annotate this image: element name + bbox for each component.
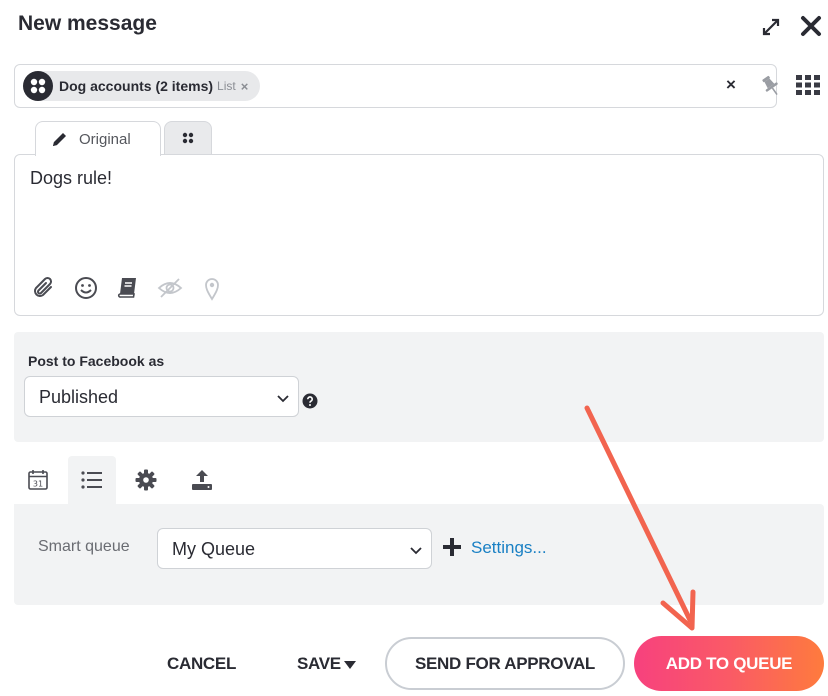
help-icon[interactable] [302, 393, 318, 409]
svg-text:31: 31 [33, 480, 43, 489]
book-icon[interactable] [115, 275, 141, 301]
post-as-select[interactable]: Published [24, 376, 299, 417]
chip-type: List [217, 79, 236, 93]
cancel-button[interactable]: CANCEL [167, 654, 236, 674]
clear-recipients-icon[interactable]: × [721, 75, 741, 97]
group-avatar-icon [23, 71, 53, 101]
post-as-value: Published [39, 387, 119, 407]
recipient-chip[interactable]: Dog accounts (2 items) List × [23, 71, 261, 101]
tab-original[interactable]: Original [35, 121, 161, 156]
post-as-label: Post to Facebook as [28, 353, 165, 369]
location-icon[interactable] [199, 275, 225, 301]
save-button[interactable]: SAVE [297, 654, 341, 674]
queue-select[interactable]: My Queue [157, 528, 432, 569]
eye-slash-icon[interactable] [157, 275, 183, 301]
caret-down-icon[interactable] [343, 658, 357, 670]
message-text[interactable]: Dogs rule! [30, 168, 112, 189]
tab-schedule[interactable]: 31 [14, 456, 62, 504]
chip-label: Dog accounts (2 items) [59, 78, 214, 94]
pin-icon[interactable] [758, 73, 784, 99]
recipients-field[interactable]: Dog accounts (2 items) List × × [14, 64, 778, 108]
tab-original-label: Original [79, 131, 131, 148]
smart-queue-label: Smart queue [38, 538, 130, 555]
tab-per-network[interactable] [164, 121, 212, 155]
add-to-queue-button[interactable]: ADD TO QUEUE [634, 636, 824, 691]
queue-value: My Queue [172, 539, 256, 559]
tab-upload[interactable] [178, 456, 226, 504]
chip-remove-icon[interactable]: × [241, 79, 249, 94]
emoji-icon[interactable] [73, 275, 99, 301]
pencil-icon [50, 129, 70, 149]
expand-icon[interactable] [760, 16, 782, 38]
attachment-icon[interactable] [31, 275, 57, 301]
tab-queue[interactable] [68, 456, 116, 504]
chevron-down-icon [409, 541, 423, 555]
grid-icon[interactable] [796, 74, 822, 96]
message-editor[interactable]: Dogs rule! [14, 154, 824, 316]
chevron-down-icon [276, 389, 290, 403]
tab-settings[interactable] [122, 456, 170, 504]
queue-settings-link[interactable]: Settings... [471, 538, 547, 558]
send-for-approval-button[interactable]: SEND FOR APPROVAL [385, 637, 625, 690]
close-icon[interactable] [798, 13, 824, 39]
dialog-title: New message [18, 12, 157, 35]
add-queue-icon[interactable] [442, 537, 462, 557]
